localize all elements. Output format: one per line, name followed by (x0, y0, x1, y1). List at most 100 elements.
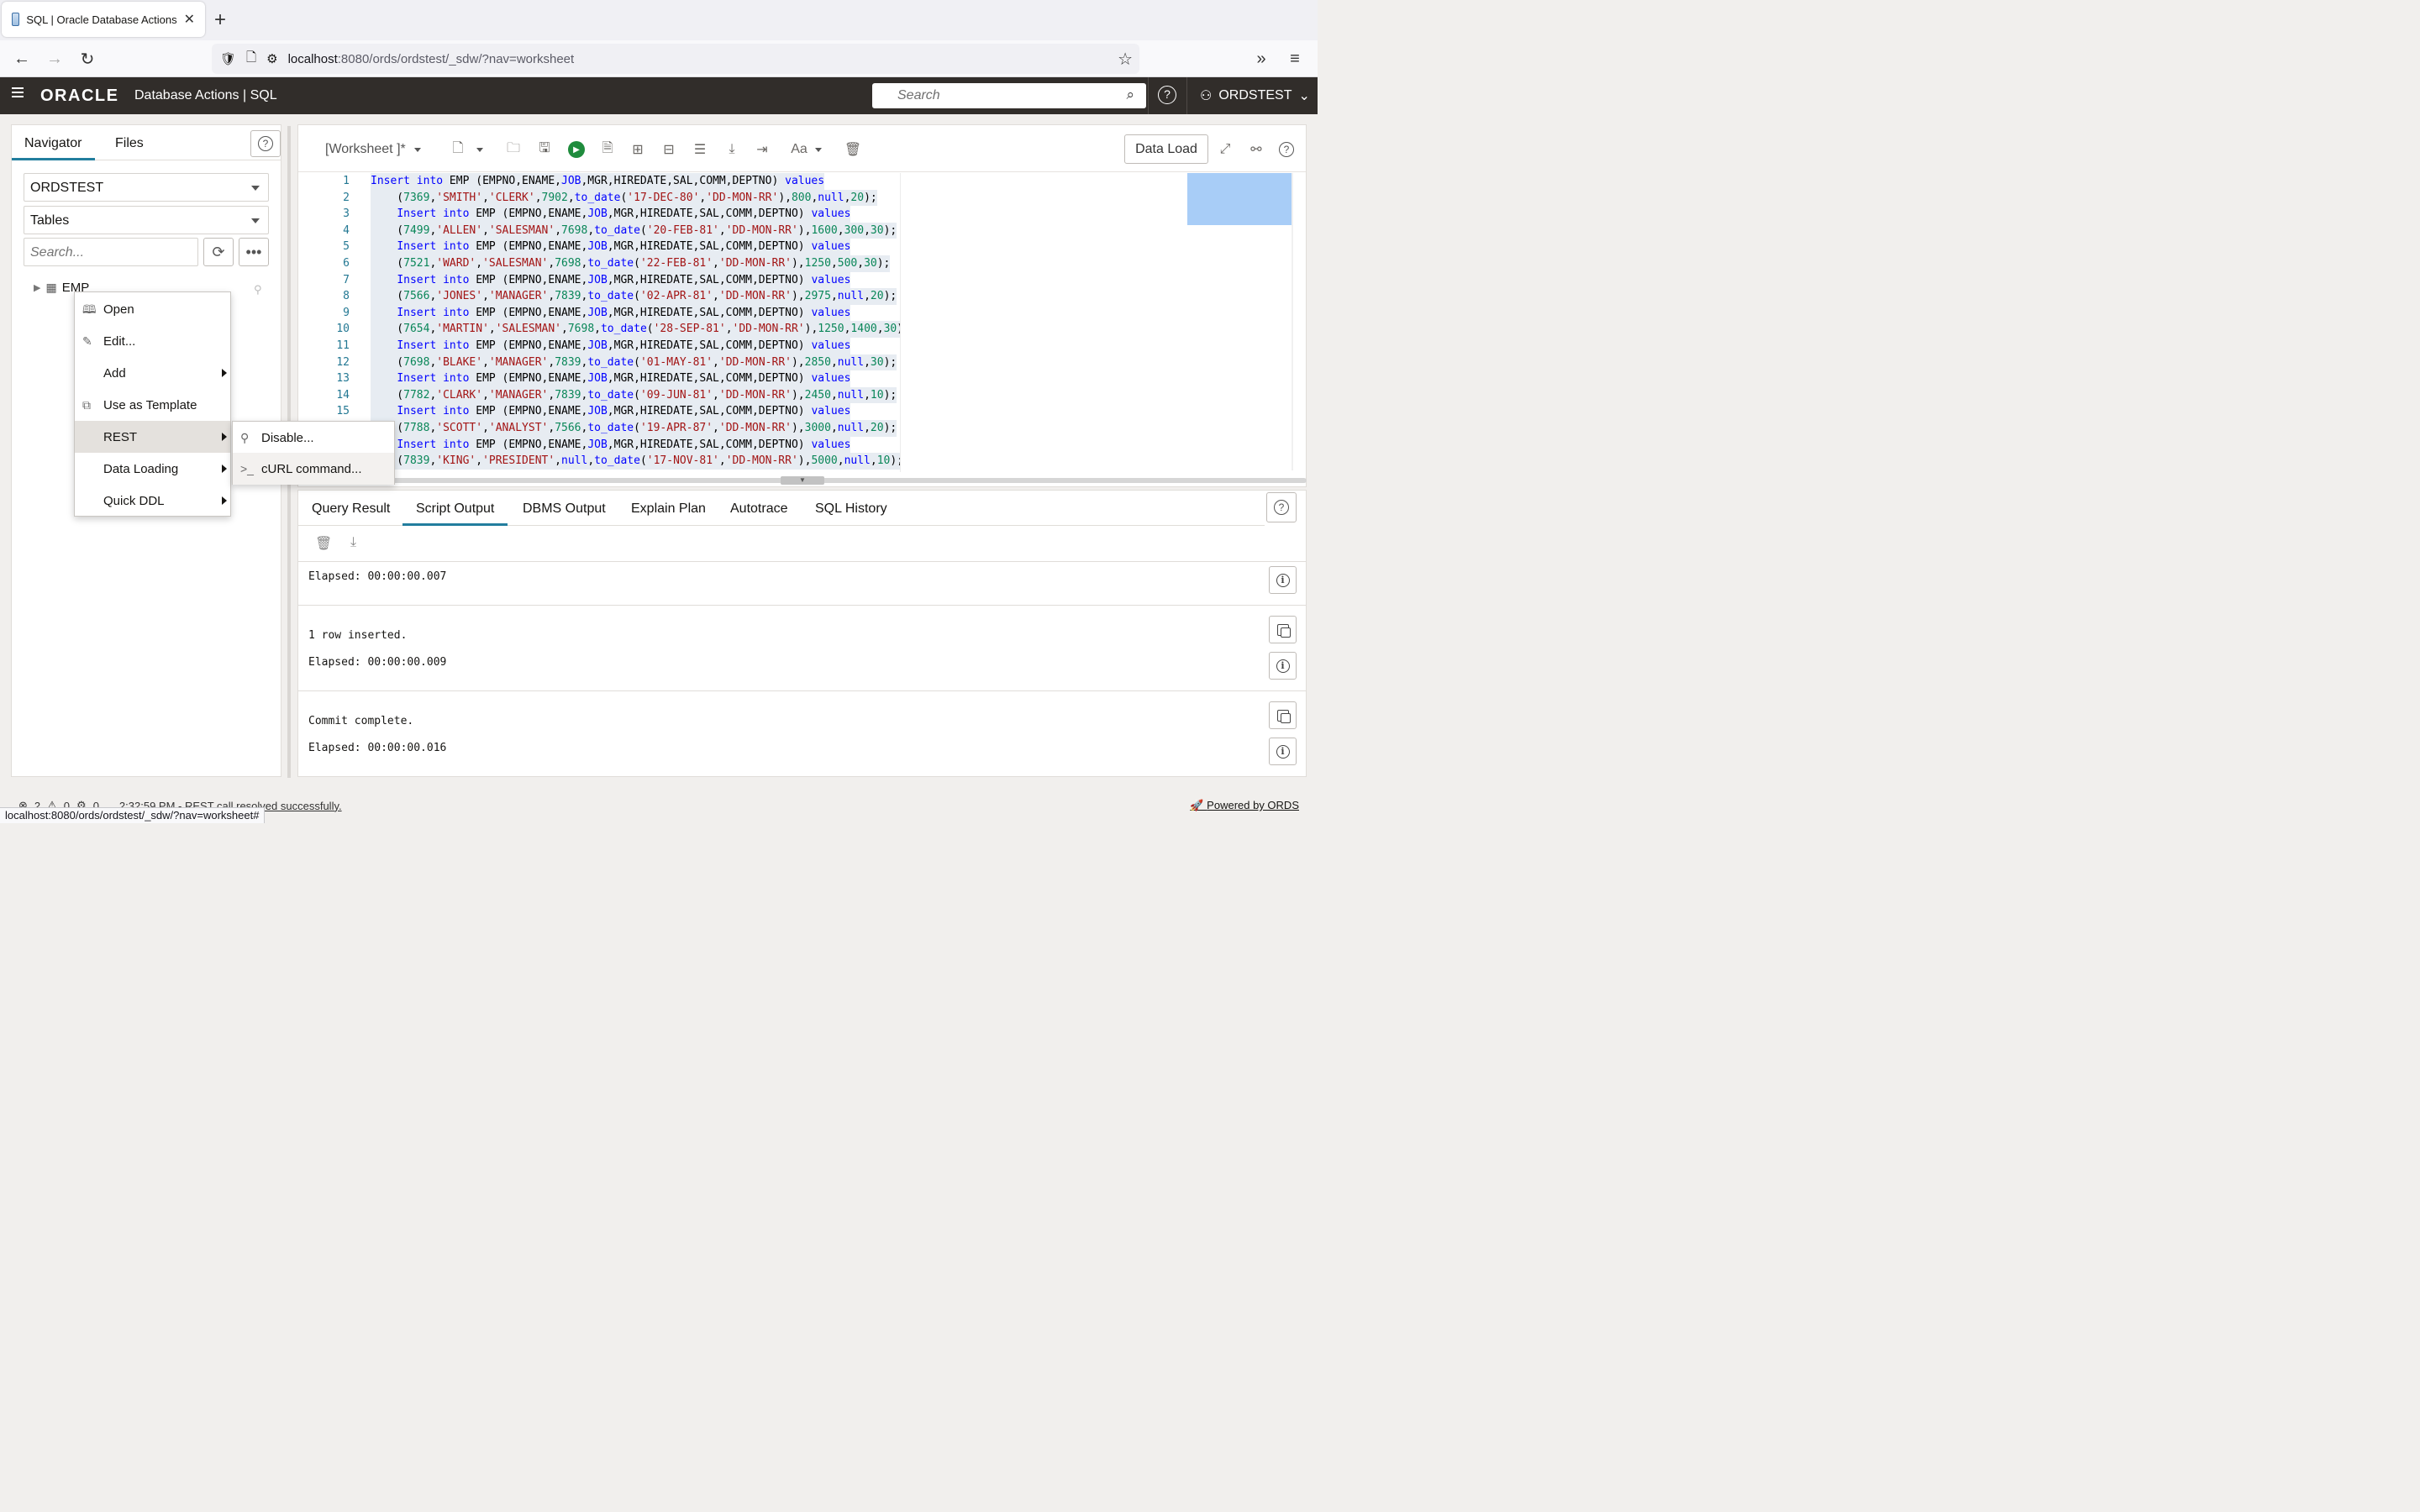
tab-dbms-output[interactable]: DBMS Output (523, 501, 606, 517)
code-line[interactable]: (7788,'SCOTT','ANALYST',7566,to_date('19… (371, 420, 897, 437)
tab-script-output[interactable]: Script Output (402, 501, 508, 526)
code-line[interactable]: Insert into EMP (EMPNO,ENAME,JOB,MGR,HIR… (371, 370, 851, 387)
navigator-help-button[interactable]: ? (250, 130, 281, 157)
open-folder-icon[interactable]: 🗀 (505, 141, 522, 158)
new-tab-button[interactable]: + (214, 8, 226, 32)
plug-icon: ⚲ (240, 431, 250, 444)
output-line: Elapsed: 00:00:00.007 (308, 570, 447, 583)
results-help-button[interactable]: ? (1266, 492, 1297, 522)
code-line[interactable]: (7782,'CLARK','MANAGER',7839,to_date('09… (371, 386, 897, 404)
menu-item-use-as-template[interactable]: ⧉ Use as Template (75, 389, 230, 421)
code-line[interactable]: Insert into EMP (EMPNO,ENAME,JOB,MGR,HIR… (371, 338, 851, 354)
tab-explain-plan[interactable]: Explain Plan (631, 501, 706, 517)
menu-icon[interactable]: ≡ (1284, 48, 1306, 70)
chevron-down-icon[interactable]: ▼ (781, 476, 824, 485)
code-line[interactable]: Insert into EMP (EMPNO,ENAME,JOB,MGR,HIR… (371, 304, 851, 322)
format-icon[interactable]: ⇥ (754, 141, 771, 158)
sql-editor[interactable]: Insert into EMP (EMPNO,ENAME,JOB,MGR,HIR… (371, 173, 900, 470)
object-type-select[interactable]: Tables (24, 206, 269, 234)
code-line[interactable]: Insert into EMP (EMPNO,ENAME,JOB,MGR,HIR… (371, 403, 851, 420)
powered-by-ords-link[interactable]: 🚀 Powered by ORDS (1190, 799, 1299, 812)
clear-output-icon[interactable]: 🗑 (315, 535, 332, 552)
worksheet-selector[interactable]: [Worksheet ]* (325, 142, 421, 157)
code-line[interactable]: (7839,'KING','PRESIDENT',null,to_date('1… (371, 453, 900, 470)
info-button[interactable]: i (1269, 566, 1297, 594)
menu-item-disable[interactable]: ⚲ Disable... (233, 422, 394, 454)
close-tab-icon[interactable]: ✕ (184, 11, 195, 28)
info-button[interactable]: i (1269, 652, 1297, 680)
overflow-chevrons-icon[interactable]: » (1250, 48, 1272, 70)
chevron-down-icon[interactable] (471, 141, 488, 158)
trash-icon[interactable]: 🗑 (844, 141, 861, 158)
sql-history-icon[interactable]: ☰ (692, 141, 708, 158)
editor-resize-handle[interactable]: ▼ (298, 476, 1307, 485)
tab-query-result[interactable]: Query Result (312, 501, 390, 517)
save-icon[interactable]: 🖫 (536, 141, 553, 158)
download-output-icon[interactable]: ⤓ (350, 535, 356, 550)
line-number: 10 (336, 323, 350, 336)
code-line[interactable]: Insert into EMP (EMPNO,ENAME,JOB,MGR,HIR… (371, 173, 825, 190)
more-options-button[interactable]: ••• (239, 238, 269, 266)
data-load-button[interactable]: Data Load (1124, 134, 1208, 164)
code-line[interactable]: (7566,'JONES','MANAGER',7839,to_date('02… (371, 288, 897, 305)
menu-item-label: cURL command... (261, 461, 362, 476)
code-line[interactable]: Insert into EMP (EMPNO,ENAME,JOB,MGR,HIR… (371, 436, 851, 454)
menu-item-add[interactable]: Add (75, 357, 230, 389)
help-icon[interactable]: ? (1158, 86, 1176, 104)
output-block: Commit complete. Elapsed: 00:00:00.016 i (298, 690, 1306, 776)
tab-sql-history[interactable]: SQL History (815, 501, 887, 517)
menu-item-curl-command[interactable]: >_ cURL command... (233, 453, 394, 485)
menu-item-edit[interactable]: ✎ Edit... (75, 325, 230, 357)
browser-tab[interactable]: SQL | Oracle Database Actions ✕ (2, 2, 205, 37)
search-icon[interactable]: ⌕ (1126, 87, 1134, 103)
search-placeholder: Search (897, 88, 940, 102)
code-line[interactable]: (7698,'BLAKE','MANAGER',7839,to_date('01… (371, 354, 897, 371)
reload-icon[interactable]: ↻ (76, 48, 98, 70)
user-menu[interactable]: ⚇ ORDSTEST ⌄ (1200, 87, 1310, 104)
new-worksheet-icon[interactable]: 🗋 (450, 141, 466, 158)
back-icon[interactable]: ← (11, 48, 33, 70)
code-line[interactable]: (7499,'ALLEN','SALESMAN',7698,to_date('2… (371, 222, 897, 239)
tab-files[interactable]: Files (115, 136, 144, 151)
code-line[interactable]: (7521,'WARD','SALESMAN',7698,to_date('22… (371, 255, 891, 272)
tab-navigator[interactable]: Navigator (12, 136, 96, 160)
code-line[interactable]: Insert into EMP (EMPNO,ENAME,JOB,MGR,HIR… (371, 206, 851, 223)
menu-item-data-loading[interactable]: Data Loading (75, 453, 230, 485)
font-case-icon[interactable]: Aa (791, 141, 808, 158)
help-icon: ? (1274, 500, 1289, 515)
hamburger-menu-icon[interactable] (12, 87, 24, 99)
forward-icon[interactable]: → (44, 48, 66, 70)
address-bar[interactable]: 🛡 🗋 ⚙ localhost:8080/ords/ordstest/_sdw/… (212, 44, 1139, 74)
run-script-icon[interactable]: 🗎 (599, 141, 616, 158)
expand-arrow-icon[interactable]: ▶ (34, 282, 40, 293)
copy-button[interactable] (1269, 616, 1297, 643)
navigator-search-input[interactable]: Search... (24, 238, 198, 266)
editor-minimap[interactable] (1187, 173, 1293, 225)
menu-item-quick-ddl[interactable]: Quick DDL (75, 485, 230, 517)
code-line[interactable]: Insert into EMP (EMPNO,ENAME,JOB,MGR,HIR… (371, 239, 851, 255)
line-number: 4 (343, 223, 350, 237)
schema-select[interactable]: ORDSTEST (24, 173, 269, 202)
bookmark-star-icon[interactable]: ☆ (1118, 49, 1133, 70)
explain-plan-icon[interactable]: ⊞ (629, 141, 646, 158)
binoculars-icon[interactable]: ⚯ (1248, 141, 1265, 158)
header-divider (1186, 77, 1187, 114)
download-icon[interactable]: ⤓ (723, 141, 740, 158)
maximize-icon[interactable]: ⤢ (1217, 141, 1234, 158)
chevron-down-icon[interactable] (810, 141, 827, 158)
autotrace-icon[interactable]: ⊟ (660, 141, 677, 158)
menu-item-open[interactable]: 🕮 Open (75, 293, 230, 325)
tab-autotrace[interactable]: Autotrace (730, 501, 787, 517)
run-statement-icon[interactable]: ▶ (568, 141, 585, 158)
code-line[interactable]: (7654,'MARTIN','SALESMAN',7698,to_date('… (371, 321, 900, 338)
global-search-input[interactable]: Search ⌕ (872, 83, 1146, 108)
help-icon[interactable]: ? (1278, 141, 1295, 158)
code-line[interactable]: Insert into EMP (EMPNO,ENAME,JOB,MGR,HIR… (371, 271, 851, 289)
code-line[interactable]: (7369,'SMITH','CLERK',7902,to_date('17-D… (371, 189, 877, 207)
menu-item-rest[interactable]: REST (75, 421, 230, 453)
powered-label: Powered by ORDS (1207, 799, 1299, 811)
editor-scrollbar[interactable] (1292, 173, 1293, 470)
copy-button[interactable] (1269, 701, 1297, 729)
refresh-button[interactable]: ⟳ (203, 238, 234, 266)
info-button[interactable]: i (1269, 738, 1297, 765)
